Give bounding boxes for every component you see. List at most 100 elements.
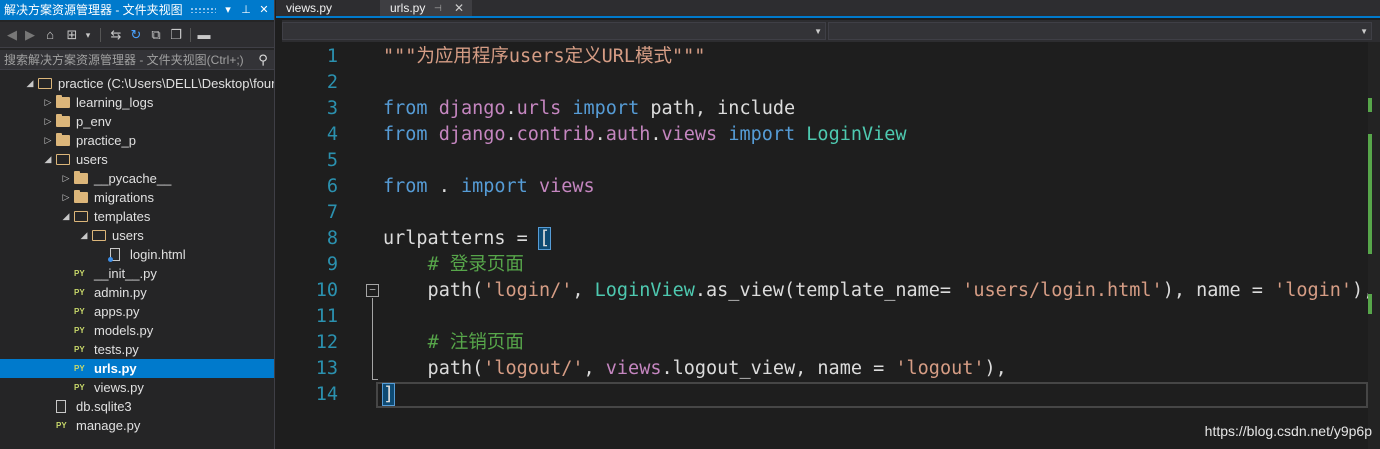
fold-minus-icon[interactable]: − <box>366 284 379 297</box>
line-number: 9 <box>326 254 338 275</box>
change-marker <box>1368 98 1372 112</box>
code-line[interactable]: path('logout/', views.logout_view, name … <box>383 356 1007 382</box>
tree-item[interactable]: ▷ __pycache__ <box>0 169 274 188</box>
tree-item-label: learning_logs <box>76 95 154 110</box>
code-line[interactable]: # 登录页面 <box>383 252 524 278</box>
close-icon[interactable]: ✕ <box>256 0 272 20</box>
code-token: django <box>438 98 506 119</box>
tree-item-label: tests.py <box>94 342 139 357</box>
code-line[interactable]: """为应用程序users定义URL模式""" <box>383 44 705 70</box>
tree-item[interactable]: PY views.py <box>0 378 274 397</box>
search-icon[interactable]: ⚲ <box>255 51 271 69</box>
tree-item[interactable]: ▷ practice_p <box>0 131 274 150</box>
collapsed-arrow-icon[interactable]: ▷ <box>60 188 72 207</box>
pin-icon[interactable]: ⊣ <box>434 0 442 16</box>
chevron-down-icon: ▼ <box>814 27 822 36</box>
code-line[interactable]: urlpatterns = [ <box>383 226 552 252</box>
search-input[interactable] <box>0 50 252 70</box>
html-file-icon <box>108 248 120 262</box>
code-token: path, include <box>639 98 796 119</box>
drag-grip[interactable] <box>190 7 216 13</box>
python-file-icon: PY <box>56 421 67 430</box>
dropdown-icon[interactable]: ▾ <box>220 0 236 20</box>
collapsed-arrow-icon[interactable]: ▷ <box>60 169 72 188</box>
tree-item[interactable]: ▷ migrations <box>0 188 274 207</box>
tree-item-label: models.py <box>94 323 154 338</box>
copy-icon[interactable]: ❐ <box>168 26 184 44</box>
collapsed-arrow-icon[interactable]: ▷ <box>42 131 54 150</box>
tree-item[interactable]: ▷ p_env <box>0 112 274 131</box>
tree-item[interactable]: ◢ practice (C:\Users\DELL\Desktop\four\ <box>0 74 275 93</box>
chevron-down-icon[interactable]: ▾ <box>80 26 96 44</box>
code-token: . <box>594 124 606 145</box>
tree-item-label: users <box>112 228 144 243</box>
tree-item[interactable]: ◢ users <box>0 150 274 169</box>
tab-views-py[interactable]: views.py <box>276 0 380 16</box>
code-token: urls <box>516 98 562 119</box>
vertical-scrollbar[interactable] <box>1368 42 1380 449</box>
code-token: views <box>661 124 718 145</box>
code-line[interactable]: from . import views <box>383 174 595 200</box>
code-line[interactable]: ] <box>381 382 396 408</box>
home-icon[interactable]: ⌂ <box>42 26 58 44</box>
python-file-icon: PY <box>74 288 85 297</box>
collapsed-arrow-icon[interactable]: ▷ <box>42 93 54 112</box>
line-number: 3 <box>326 98 338 119</box>
tab-urls-py[interactable]: urls.py ⊣ ✕ <box>380 0 472 16</box>
switch-views-icon[interactable]: ⊞ <box>64 26 80 44</box>
expanded-arrow-icon[interactable]: ◢ <box>42 150 54 169</box>
expanded-arrow-icon[interactable]: ◢ <box>78 226 90 245</box>
tree-item-label: practice (C:\Users\DELL\Desktop\four\ <box>58 76 275 91</box>
tree-item[interactable]: ◢ users <box>0 226 274 245</box>
folder-icon <box>74 171 88 184</box>
tree-item-label: manage.py <box>76 418 141 433</box>
file-icon <box>56 400 66 413</box>
code-token: 'users/login.html' <box>962 280 1163 301</box>
collapsed-arrow-icon[interactable]: ▷ <box>42 112 54 131</box>
close-icon[interactable]: ✕ <box>454 0 464 16</box>
tree-item-label: migrations <box>94 190 154 205</box>
properties-icon[interactable]: ▬ <box>196 26 212 44</box>
tree-item[interactable]: PY apps.py <box>0 302 274 321</box>
collapse-all-icon[interactable]: ⧉ <box>148 26 164 44</box>
code-token: 'logout' <box>895 358 985 379</box>
code-token: path( <box>383 358 484 379</box>
member-dropdown[interactable]: ▼ <box>828 22 1372 40</box>
type-dropdown[interactable]: ▼ <box>282 22 826 40</box>
pin-icon[interactable]: ⊥ <box>238 0 254 20</box>
code-editor[interactable]: − 1 """为应用程序users定义URL模式""" 2 3 from django.… <box>282 42 1380 449</box>
tree-item[interactable]: PY __init__.py <box>0 264 274 283</box>
expanded-arrow-icon[interactable]: ◢ <box>60 207 72 226</box>
code-line[interactable]: from django.urls import path, include <box>383 96 795 122</box>
tree-item-label: db.sqlite3 <box>76 399 132 414</box>
sync-icon[interactable]: ⇆ <box>108 26 124 44</box>
tree-item[interactable]: PY manage.py <box>0 416 274 435</box>
tree-item[interactable]: PY admin.py <box>0 283 274 302</box>
code-line[interactable]: path('login/', LoginView.as_view(templat… <box>383 278 1375 304</box>
code-token: .as_view(template_name= <box>694 280 963 301</box>
line-number: 13 <box>315 358 338 379</box>
file-tree: ◢ practice (C:\Users\DELL\Desktop\four\ ▷ l… <box>0 74 275 435</box>
tree-item[interactable]: PY urls.py <box>0 359 274 378</box>
tree-item[interactable]: PY tests.py <box>0 340 274 359</box>
expanded-arrow-icon[interactable]: ◢ <box>24 74 36 93</box>
fold-guide-end <box>372 379 378 380</box>
code-token: import <box>728 124 796 145</box>
tree-item[interactable]: ▷ learning_logs <box>0 93 274 112</box>
tab-label: urls.py <box>390 1 426 15</box>
python-file-icon: PY <box>74 345 85 354</box>
tree-item[interactable]: ◢ templates <box>0 207 274 226</box>
tree-item-label: admin.py <box>94 285 147 300</box>
tree-item[interactable]: PY models.py <box>0 321 274 340</box>
code-line[interactable]: from django.contrib.auth.views import Lo… <box>383 122 907 148</box>
code-line[interactable]: # 注销页面 <box>383 330 524 356</box>
tree-item-label: apps.py <box>94 304 140 319</box>
refresh-icon[interactable]: ↻ <box>128 26 144 44</box>
tree-item[interactable]: login.html <box>0 245 274 264</box>
forward-icon[interactable]: ▶ <box>22 26 38 44</box>
back-icon[interactable]: ◀ <box>4 26 20 44</box>
editor-tab-bar: views.py urls.py ⊣ ✕ <box>276 0 1380 18</box>
tree-item[interactable]: db.sqlite3 <box>0 397 274 416</box>
